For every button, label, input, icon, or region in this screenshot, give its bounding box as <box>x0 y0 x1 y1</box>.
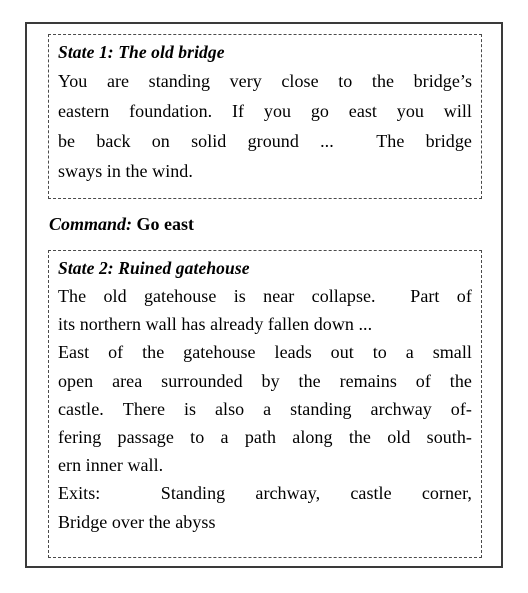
text-word: Exits: <box>58 483 101 504</box>
text-word: the <box>371 71 395 91</box>
text-word: foundation. <box>129 101 213 121</box>
text-word: is <box>183 398 197 419</box>
text-word: the <box>142 342 165 363</box>
text-word: bridge’s <box>413 71 472 91</box>
text-word: leads <box>274 342 312 363</box>
text-word: East <box>58 342 90 363</box>
text-word: very <box>229 71 262 91</box>
text-word: The <box>58 286 87 306</box>
text-word: bridge <box>425 131 472 151</box>
state-1-title: State 1: The old bridge <box>58 42 225 62</box>
text-word: south- <box>426 427 472 448</box>
text-word: go <box>310 101 329 121</box>
command-label: Command: <box>49 214 133 234</box>
text-word: to <box>338 71 353 91</box>
text-word: passage <box>117 427 174 448</box>
state-1-body: You are standing very close to the bridge’s eas… <box>58 66 472 186</box>
text-word: path <box>244 427 277 448</box>
text-word: Part <box>410 286 440 306</box>
text-word: castle <box>350 483 392 504</box>
text-word: corner, <box>421 483 472 504</box>
text-word: of <box>456 286 472 306</box>
state-1-line: sways in the wind. <box>58 161 193 181</box>
command-value: Go east <box>136 214 195 234</box>
text-word: ... <box>320 131 334 151</box>
text-word: gatehouse <box>143 286 217 306</box>
text-word: also <box>215 398 245 419</box>
text-word: a <box>263 398 272 419</box>
state-2-exits-line: Bridge over the abyss <box>58 511 216 532</box>
text-word: eastern <box>58 101 110 121</box>
state-2-title: State 2: Ruined gatehouse <box>58 258 250 278</box>
state-2-line: East of the gatehouse leads out to a small <box>58 338 472 366</box>
text-word: a <box>220 427 229 448</box>
text-word: are <box>106 71 130 91</box>
text-word: east <box>348 101 377 121</box>
text-word: area <box>112 370 143 391</box>
text-word: old <box>103 286 127 306</box>
text-word: You <box>58 71 88 91</box>
text-word: close <box>281 71 319 91</box>
state-2-line: open area surrounded by the remains of the <box>58 367 472 395</box>
text-word: The <box>376 131 405 151</box>
command-row: Command: Go east <box>48 199 482 250</box>
text-word: the <box>449 370 472 391</box>
text-word: of <box>108 342 124 363</box>
text-word: standing <box>148 71 211 91</box>
text-word: on <box>151 131 170 151</box>
state-2-line: The old gatehouse is near collapse. Part of <box>58 282 472 310</box>
text-word: the <box>298 370 321 391</box>
text-word: old <box>387 427 411 448</box>
text-word: If <box>232 101 245 121</box>
state-1-panel: State 1: The old bridge You are standing ve… <box>48 34 482 199</box>
state-2-body: The old gatehouse is near collapse. Part of its… <box>58 282 472 536</box>
state-2-line: castle. There is also a standing archway of- <box>58 395 472 423</box>
text-word: remains <box>339 370 397 391</box>
text-word: along <box>292 427 333 448</box>
text-word: is <box>233 286 246 306</box>
text-word: out <box>330 342 354 363</box>
figure-content: State 1: The old bridge You are standing ve… <box>48 34 482 558</box>
text-word: by <box>261 370 280 391</box>
text-word: small <box>432 342 472 363</box>
text-word: you <box>396 101 424 121</box>
state-2-line: its northern wall has already fallen dow… <box>58 314 373 335</box>
text-word: archway, <box>255 483 321 504</box>
text-word: ground <box>247 131 299 151</box>
text-word: surrounded <box>161 370 243 391</box>
text-word: collapse. <box>311 286 376 306</box>
state-2-line: fering passage to a path along the old south- <box>58 423 472 451</box>
text-word: of- <box>450 398 472 419</box>
text-word: a <box>405 342 414 363</box>
state-2-exits-line: Exits: Standing archway, castle corner, <box>58 479 472 507</box>
text-word: standing <box>290 398 352 419</box>
text-word: archway <box>370 398 432 419</box>
text-word: will <box>443 101 472 121</box>
text-word: open <box>58 370 94 391</box>
text-word: Standing <box>160 483 226 504</box>
state-1-line: be back on solid ground... The bridge <box>58 126 472 156</box>
text-word: gatehouse <box>183 342 256 363</box>
state-2-line: ern inner wall. <box>58 455 164 476</box>
text-word: of <box>415 370 431 391</box>
text-word: near <box>263 286 295 306</box>
state-1-line: eastern foundation. If you go east you will <box>58 96 472 126</box>
text-word: back <box>96 131 131 151</box>
text-word: castle. <box>58 398 104 419</box>
state-2-panel: State 2: Ruined gatehouse The old gatehous… <box>48 250 482 558</box>
text-word: to <box>372 342 387 363</box>
figure-frame: State 1: The old bridge You are standing ve… <box>25 22 503 568</box>
text-word: you <box>263 101 292 121</box>
text-word: There <box>122 398 165 419</box>
state-1-line: You are standing very close to the bridge’s <box>58 66 472 96</box>
text-word: be <box>58 131 76 151</box>
text-word: fering <box>58 427 102 448</box>
text-word: the <box>348 427 371 448</box>
text-word: to <box>190 427 205 448</box>
text-word: solid <box>191 131 227 151</box>
